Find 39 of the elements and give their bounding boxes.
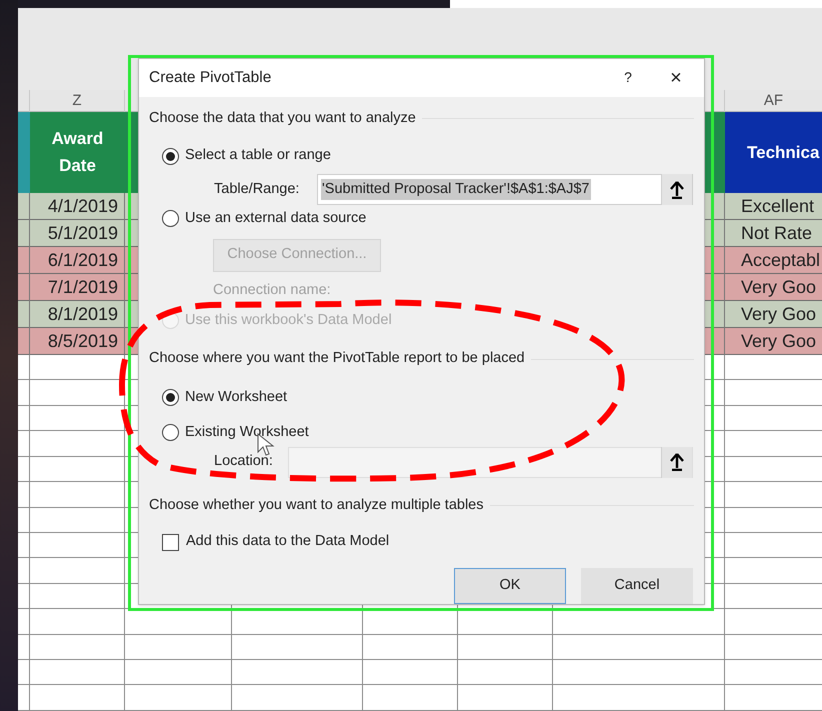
table-cell-text: Not Rate — [740, 222, 814, 245]
radio-label: Use an external data source — [185, 209, 366, 228]
header-cell: Technica — [725, 112, 822, 193]
table-cell-text: Excellent — [740, 195, 816, 218]
checkbox-label: Add this data to the Data Model — [186, 532, 390, 552]
section-label: Choose whether you want to analyze multiple tables — [149, 496, 484, 514]
table-range-field[interactable]: 'Submitted Proposal Tracker'!$A$1:$AJ$7 — [317, 174, 693, 205]
up-arrow-icon — [670, 180, 684, 198]
section-label: Choose where you want the PivotTable report to be placed — [149, 349, 525, 368]
table-cell: 8/5/2019 — [30, 328, 125, 355]
table-cell-text: Very Goo — [740, 330, 818, 353]
column-header[interactable]: Z — [72, 90, 82, 112]
connection-name-label: Connection name: — [212, 280, 332, 300]
section-label: Choose the data that you want to analyze — [149, 108, 416, 128]
table-cell-text: Acceptabl — [740, 249, 822, 272]
radio-label: Use this workbook's Data Model — [185, 310, 392, 330]
header-cell: Award Date — [30, 112, 125, 193]
radio-label: New Worksheet — [185, 388, 288, 407]
radio-button[interactable] — [162, 148, 179, 165]
checkbox[interactable] — [162, 534, 179, 551]
radio-label: Select a table or range — [185, 146, 331, 166]
radio-button[interactable] — [162, 389, 179, 406]
help-button[interactable]: ? — [608, 67, 648, 88]
table-cell-text: Very Goo — [740, 303, 818, 326]
collapse-dialog-button[interactable] — [661, 174, 692, 205]
radio-button[interactable] — [162, 210, 179, 228]
dialog-button[interactable]: Cancel — [581, 568, 693, 604]
radio-button[interactable] — [162, 424, 179, 442]
field-label: Table/Range: — [214, 180, 300, 199]
field-label: Location: — [214, 452, 274, 472]
collapse-dialog-button[interactable] — [661, 446, 692, 478]
dialog-title: Create PivotTable — [149, 68, 272, 88]
up-arrow-icon — [670, 453, 684, 471]
location-field[interactable] — [288, 446, 693, 478]
table-cell-text: Very Goo — [740, 276, 818, 299]
radio-label: Existing Worksheet — [185, 422, 309, 442]
column-header[interactable]: AF — [764, 90, 784, 112]
close-button[interactable]: × — [648, 62, 704, 93]
dialog-button[interactable]: OK — [454, 568, 566, 604]
